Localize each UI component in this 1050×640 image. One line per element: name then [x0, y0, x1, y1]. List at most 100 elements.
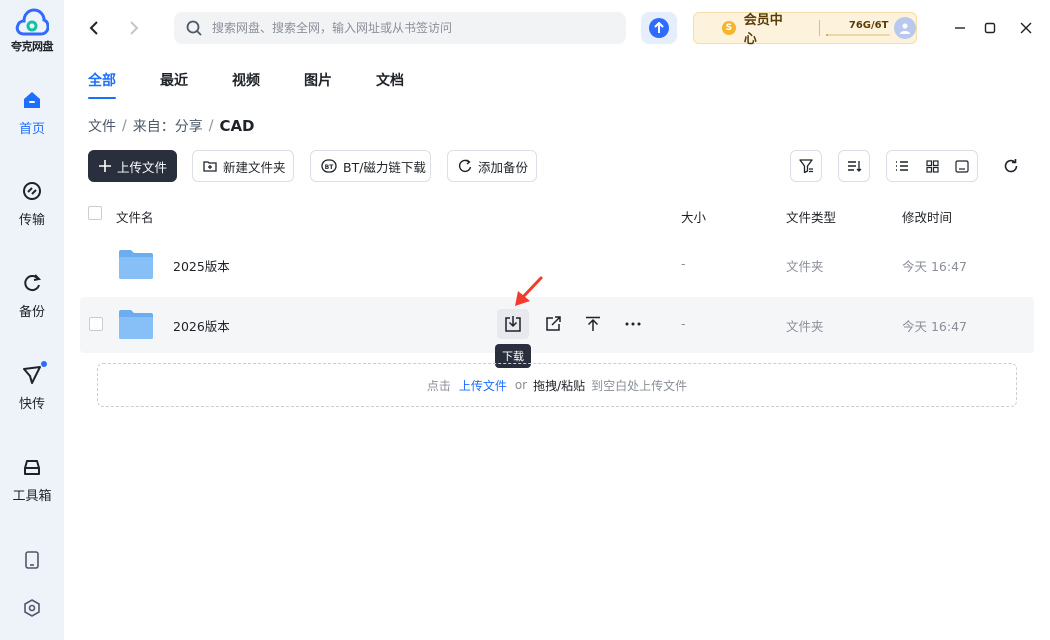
sidebar-item-home[interactable]: 首页 [0, 88, 64, 137]
sidebar-item-label: 首页 [18, 122, 45, 137]
settings-icon[interactable] [20, 596, 44, 620]
filter-icon [799, 159, 813, 174]
sidebar: 夸克网盘 首页 传输 备份 快传 工具箱 [0, 0, 64, 640]
upload-quick-button[interactable] [641, 12, 677, 44]
storage-meter: 76G/6T [825, 18, 890, 38]
toolbox-icon [20, 455, 44, 479]
thumbnail-view-button[interactable] [947, 151, 977, 181]
vip-center[interactable]: S 会员中心 76G/6T [693, 12, 917, 47]
file-type: 文件夹 [786, 259, 824, 274]
view-mode-switch [886, 150, 978, 182]
backup-icon [458, 159, 472, 173]
sort-button[interactable] [838, 150, 870, 182]
chevron-left-icon [89, 21, 98, 35]
minimize-icon [955, 27, 965, 29]
phone-icon[interactable] [20, 548, 44, 572]
add-backup-button[interactable]: 添加备份 [447, 150, 537, 182]
more-icon [625, 322, 641, 326]
breadcrumb: 文件 / 来自：分享 / CAD [88, 116, 255, 136]
arrow-up-bar-icon [586, 316, 600, 331]
breadcrumb-item[interactable]: 文件 [88, 116, 116, 136]
new-folder-icon [203, 160, 217, 172]
sort-icon [848, 161, 862, 172]
new-folder-button[interactable]: 新建文件夹 [192, 150, 294, 182]
svg-text:BT: BT [325, 164, 335, 171]
column-header-modified[interactable]: 修改时间 [902, 207, 952, 226]
share-icon [546, 316, 561, 331]
sidebar-item-quick-send[interactable]: 快传 [0, 361, 64, 412]
row-checkbox[interactable] [89, 317, 103, 331]
storage-bar [825, 34, 890, 36]
file-name[interactable]: 2026版本 [173, 316, 230, 335]
folder-icon [119, 250, 153, 279]
column-header-type[interactable]: 文件类型 [786, 207, 836, 226]
column-header-name[interactable]: 文件名 [116, 207, 154, 226]
chevron-right-icon [130, 21, 139, 35]
vip-center-label: 会员中心 [743, 13, 783, 47]
file-size: - [681, 256, 686, 271]
share-button[interactable] [537, 309, 569, 339]
filter-button[interactable] [790, 150, 822, 182]
search-icon [186, 20, 202, 36]
vip-coin-icon: S [722, 21, 736, 35]
quick-send-icon [20, 361, 47, 387]
close-button[interactable] [1016, 18, 1036, 38]
select-all-checkbox[interactable] [88, 206, 102, 220]
close-icon [1020, 22, 1032, 34]
dropzone-prefix: 点击 [426, 378, 451, 393]
search-bar[interactable] [174, 12, 626, 44]
sidebar-item-toolbox[interactable]: 工具箱 [0, 455, 64, 504]
file-name[interactable]: 2025版本 [173, 256, 230, 275]
upload-file-button[interactable]: 上传文件 [88, 150, 177, 182]
category-tabs: 全部 最近 视频 图片 文档 [88, 70, 448, 99]
grid-view-icon [925, 159, 939, 173]
avatar[interactable] [894, 17, 916, 39]
sidebar-item-transfer[interactable]: 传输 [0, 179, 64, 228]
tab-video[interactable]: 视频 [232, 70, 260, 98]
storage-text: 76G/6T [848, 20, 889, 31]
sidebar-item-backup[interactable]: 备份 [0, 271, 64, 320]
home-icon [20, 88, 44, 112]
dropzone-upload-link[interactable]: 上传文件 [459, 377, 507, 394]
breadcrumb-separator: / [122, 118, 127, 134]
search-input[interactable] [212, 21, 592, 35]
tab-recent[interactable]: 最近 [160, 70, 188, 98]
app-name: 夸克网盘 [11, 40, 54, 53]
back-button[interactable] [82, 16, 106, 40]
new-folder-label: 新建文件夹 [223, 159, 286, 175]
file-modified: 今天 16:47 [902, 319, 967, 334]
bt-magnet-download-button[interactable]: BT BT/磁力链下载 [310, 150, 431, 182]
download-button[interactable] [497, 309, 529, 339]
bt-icon: BT [321, 159, 337, 173]
dropzone-suffix: 到空白处上传文件 [591, 378, 688, 393]
tab-images[interactable]: 图片 [304, 70, 332, 98]
breadcrumb-item[interactable]: 来自：分享 [133, 116, 203, 136]
maximize-icon [984, 22, 996, 34]
file-size: - [681, 316, 686, 331]
sidebar-item-label: 传输 [18, 213, 45, 228]
grid-view-button[interactable] [917, 151, 947, 181]
forward-button[interactable] [122, 16, 146, 40]
refresh-button[interactable] [1000, 155, 1022, 177]
divider [818, 20, 820, 36]
file-type: 文件夹 [786, 319, 824, 334]
sidebar-item-label: 备份 [18, 305, 45, 320]
table-row[interactable]: 2026版本 - 文件夹 今天 16:47 [80, 297, 1034, 353]
sidebar-item-label: 快传 [18, 397, 45, 412]
table-row[interactable]: 2025版本 - 文件夹 今天 16:47 [80, 237, 1034, 293]
minimize-button[interactable] [950, 18, 970, 38]
breadcrumb-current: CAD [219, 117, 255, 135]
refresh-icon [1004, 159, 1018, 173]
column-header-size[interactable]: 大小 [681, 207, 706, 226]
user-icon [900, 23, 911, 34]
tab-all[interactable]: 全部 [88, 70, 116, 99]
list-view-button[interactable] [887, 151, 917, 181]
notification-dot [41, 361, 47, 367]
move-to-top-button[interactable] [577, 309, 609, 339]
upload-dropzone[interactable]: 点击 上传文件 or 拖拽/粘贴 到空白处上传文件 [97, 363, 1017, 407]
tab-documents[interactable]: 文档 [376, 70, 404, 98]
folder-icon [119, 310, 153, 339]
maximize-button[interactable] [980, 18, 1000, 38]
transfer-icon [20, 179, 44, 203]
more-actions-button[interactable] [617, 309, 649, 339]
